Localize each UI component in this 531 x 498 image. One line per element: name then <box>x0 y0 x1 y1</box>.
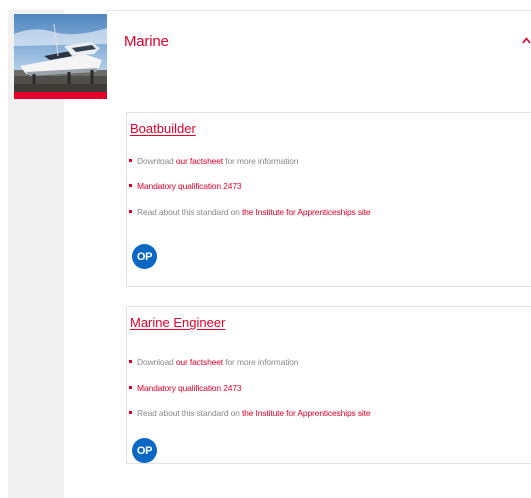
standard-prefix: Read about this standard on <box>137 207 242 217</box>
chevron-up-icon[interactable] <box>522 36 531 45</box>
standard-prefix: Read about this standard on <box>137 408 242 418</box>
list-item-standard: Read about this standard on the Institut… <box>129 207 371 217</box>
apprenticeship-card: Boatbuilder Download our factsheet for m… <box>126 112 531 287</box>
download-prefix: Download <box>137 357 176 367</box>
list-item-standard: Read about this standard on the Institut… <box>129 408 371 418</box>
download-suffix: for more information <box>223 357 299 367</box>
bullet-icon <box>129 184 132 188</box>
boats-photo-icon <box>14 14 107 99</box>
list-item-qualification: Mandatory qualification 2473 <box>129 383 242 393</box>
thumbnail-accent-bar <box>14 92 107 99</box>
institute-link[interactable]: the Institute for Apprenticeships site <box>242 408 371 418</box>
download-prefix: Download <box>137 156 176 166</box>
download-suffix: for more information <box>223 156 299 166</box>
op-badge[interactable]: OP <box>132 438 157 463</box>
list-item-download: Download our factsheet for more informat… <box>129 156 298 166</box>
list-item-qualification: Mandatory qualification 2473 <box>129 181 242 191</box>
bullet-icon <box>129 386 132 390</box>
bullet-icon <box>129 159 132 163</box>
list-item-download: Download our factsheet for more informat… <box>129 357 298 367</box>
bullet-icon <box>129 360 132 364</box>
section-title[interactable]: Marine <box>124 33 169 50</box>
section-header[interactable] <box>107 11 531 99</box>
bullet-icon <box>129 411 132 415</box>
institute-link[interactable]: the Institute for Apprenticeships site <box>242 207 371 217</box>
marine-thumbnail-image <box>14 14 107 99</box>
apprenticeship-card: Marine Engineer Download our factsheet f… <box>126 306 531 464</box>
card-title-link[interactable]: Marine Engineer <box>130 315 225 330</box>
bullet-icon <box>129 210 132 214</box>
qualification-link[interactable]: Mandatory qualification 2473 <box>137 383 242 393</box>
factsheet-link[interactable]: our factsheet <box>176 357 223 367</box>
card-title-link[interactable]: Boatbuilder <box>130 121 196 136</box>
qualification-link[interactable]: Mandatory qualification 2473 <box>137 181 242 191</box>
op-badge[interactable]: OP <box>132 244 157 269</box>
factsheet-link[interactable]: our factsheet <box>176 156 223 166</box>
